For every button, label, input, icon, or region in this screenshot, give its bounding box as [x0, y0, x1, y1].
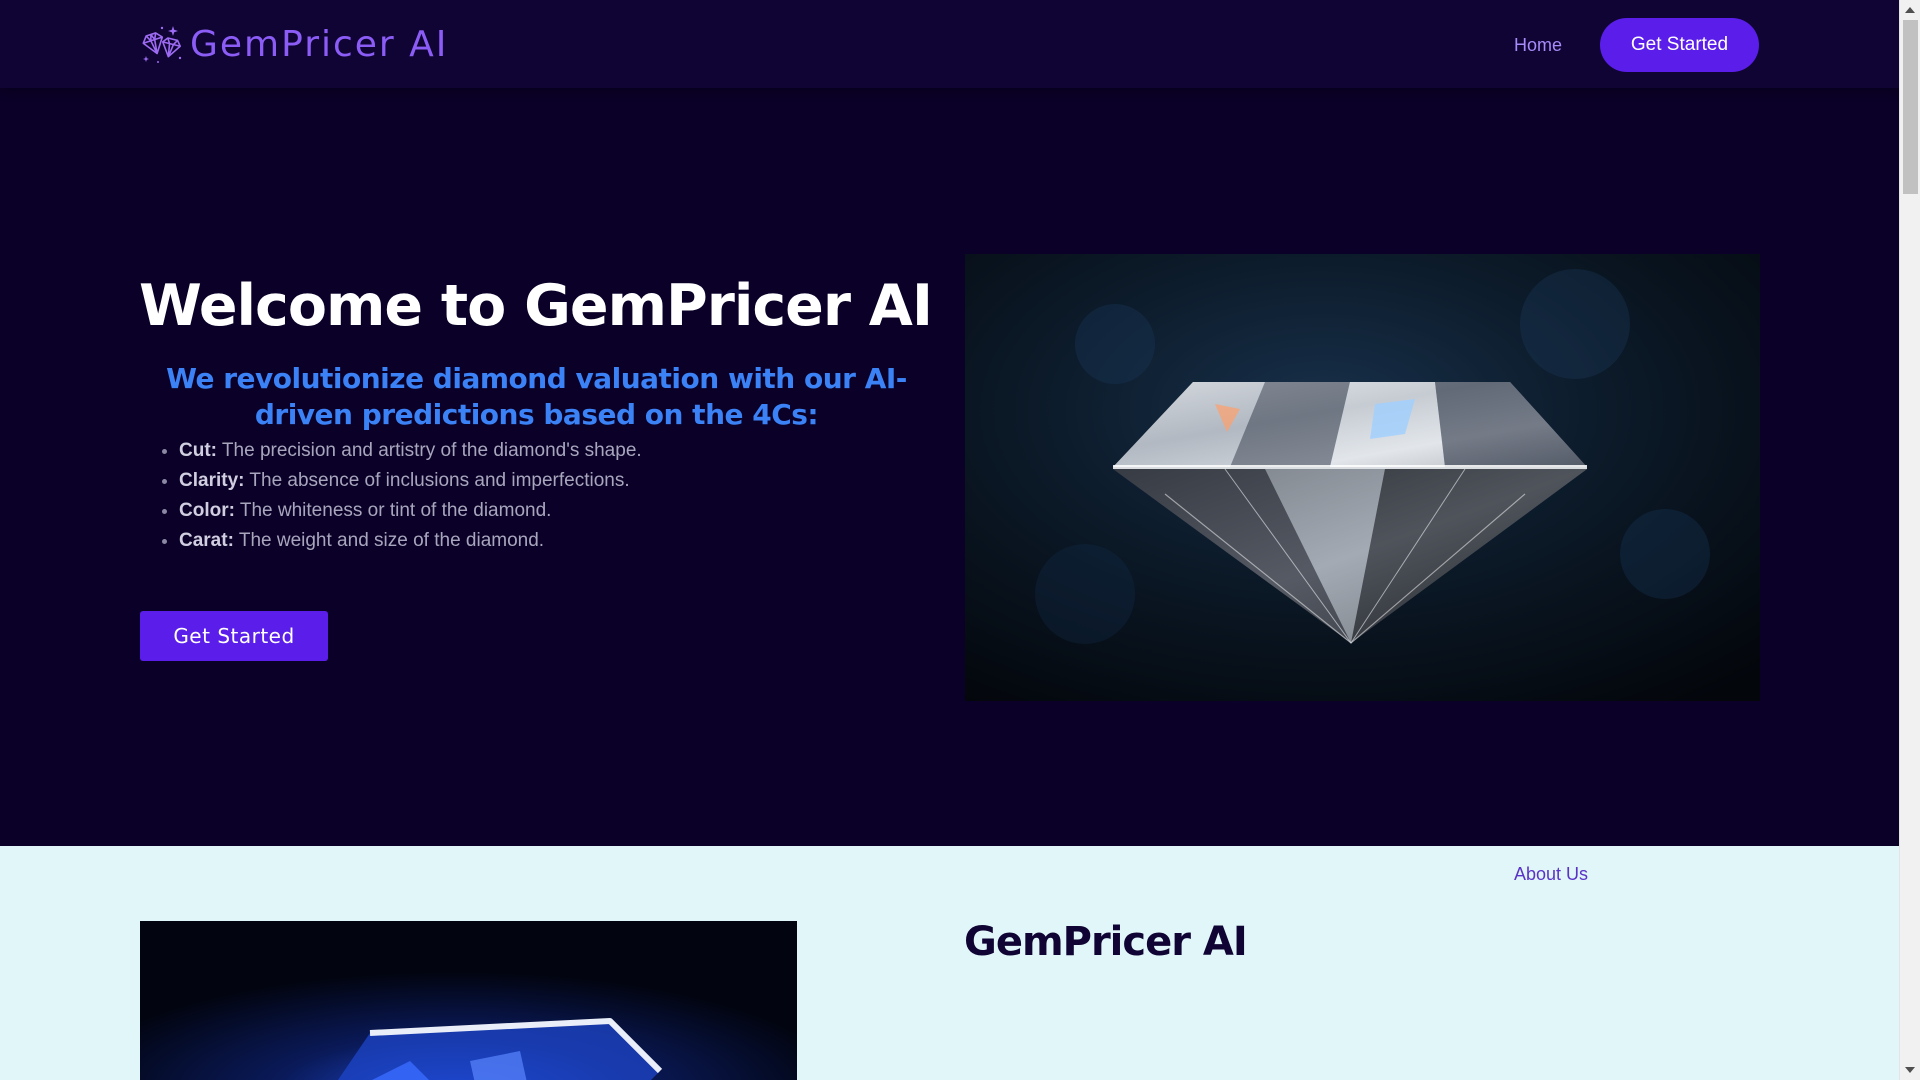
list-item-desc: The whiteness or tint of the diamond.: [234, 500, 552, 521]
list-item-desc: The precision and artistry of the diamon…: [216, 440, 642, 461]
list-item-carat: Carat: The weight and size of the diamon…: [179, 526, 642, 556]
list-item-cut: Cut: The precision and artistry of the d…: [179, 436, 642, 466]
diamond-image: [965, 254, 1760, 701]
navbar: GemPricer AI Home About Us Get Started: [0, 0, 1899, 1080]
list-item-desc: The absence of inclusions and imperfecti…: [244, 470, 630, 491]
diamonds-logo-icon: [142, 26, 182, 63]
hero-section: Welcome to GemPricer AI We revolutionize…: [0, 88, 1899, 846]
list-item-color: Color: The whiteness or tint of the diam…: [179, 496, 642, 526]
brand-name: GemPricer AI: [190, 23, 449, 65]
list-item-term: Color:: [179, 500, 235, 521]
hero-subtitle: We revolutionize diamond valuation with …: [166, 362, 907, 431]
hero-title: Welcome to GemPricer AI: [139, 273, 933, 339]
page-scrollbar[interactable]: [1899, 0, 1920, 1080]
about-title: GemPricer AI: [964, 919, 1248, 965]
list-item-term: Carat:: [179, 530, 234, 551]
scroll-up-arrow-icon[interactable]: [1905, 7, 1915, 13]
brand[interactable]: GemPricer AI: [140, 22, 448, 66]
scroll-down-arrow-icon[interactable]: [1905, 1067, 1915, 1073]
nav-link-home[interactable]: Home: [1514, 35, 1562, 56]
list-item-desc: The weight and size of the diamond.: [233, 530, 545, 551]
nav-get-started-button[interactable]: Get Started: [1600, 18, 1759, 72]
list-item-term: Clarity:: [179, 470, 245, 491]
scrollbar-thumb[interactable]: [1903, 20, 1918, 194]
blue-diamond-image: [140, 921, 797, 1080]
four-cs-list: Cut: The precision and artistry of the d…: [160, 436, 642, 556]
list-item-term: Cut:: [179, 440, 217, 461]
nav-link-about-us[interactable]: About Us: [1513, 864, 1899, 1080]
list-item-clarity: Clarity: The absence of inclusions and i…: [179, 466, 642, 496]
page: GemPricer AI Home About Us Get Started W…: [0, 0, 1899, 1080]
hero-get-started-button[interactable]: Get Started: [140, 611, 328, 661]
nav-links: Home About Us Get Started: [1513, 18, 1899, 1080]
